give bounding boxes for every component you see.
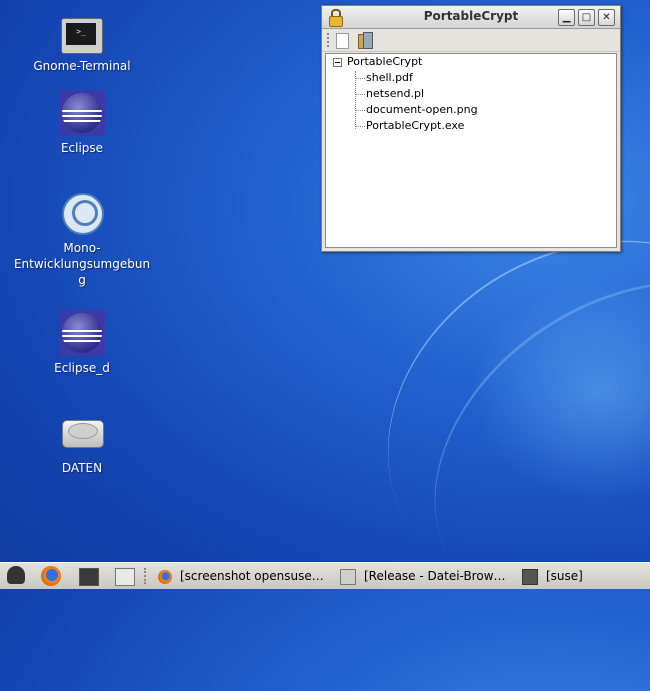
desktop-icon-eclipse-d[interactable]: Eclipse_d xyxy=(7,310,157,376)
tree-item[interactable]: netsend.pl xyxy=(366,86,424,102)
firefox-icon xyxy=(158,569,172,584)
desktop-icon-daten[interactable]: DATEN xyxy=(7,410,157,476)
tree-root[interactable]: PortableCrypt xyxy=(347,54,422,70)
tree-item[interactable]: PortableCrypt.exe xyxy=(366,118,464,134)
task-button-release[interactable]: [Release - Datei-Brow… xyxy=(340,565,510,587)
task-label: [suse] xyxy=(546,569,583,583)
tree-item[interactable]: document-open.png xyxy=(366,102,478,118)
terminal-icon xyxy=(522,568,538,585)
close-button[interactable]: ✕ xyxy=(598,9,615,26)
tree-item[interactable]: shell.pdf xyxy=(366,70,413,86)
open-file-icon[interactable] xyxy=(358,32,373,49)
tree-line xyxy=(355,71,356,129)
minimize-button[interactable]: ▁ xyxy=(558,9,575,26)
desktop-icon-label: Gnome-Terminal xyxy=(33,59,131,73)
desktop-icon-eclipse[interactable]: Eclipse xyxy=(7,90,157,156)
tree-line xyxy=(356,126,365,127)
tree-line xyxy=(356,110,365,111)
task-label: [screenshot opensuse… xyxy=(180,569,324,583)
gecko-icon[interactable] xyxy=(7,566,25,584)
desktop-icon-mono[interactable]: Mono- Entwicklungsumgebun g xyxy=(7,190,157,288)
task-label: [Release - Datei-Brow… xyxy=(364,569,506,583)
desktop-icon-label: Eclipse_d xyxy=(54,361,110,375)
window-titlebar[interactable]: PortableCrypt ▁ □ ✕ xyxy=(322,6,620,29)
task-button-suse[interactable]: [suse] xyxy=(522,565,642,587)
maximize-button[interactable]: □ xyxy=(578,9,595,26)
toolbar-grip[interactable] xyxy=(327,33,331,47)
eclipse-icon xyxy=(59,90,105,136)
desktop-icon-label: Eclipse xyxy=(60,141,104,155)
hard-disk-icon xyxy=(59,410,105,456)
terminal-icon[interactable] xyxy=(79,568,99,586)
desktop-icon-label: DATEN xyxy=(61,461,103,475)
terminal-icon: >_ xyxy=(61,18,103,54)
taskbar-separator xyxy=(144,568,148,584)
firefox-icon[interactable] xyxy=(41,566,61,586)
new-file-icon[interactable] xyxy=(336,33,349,49)
eclipse-icon xyxy=(59,310,105,356)
portablecrypt-window: PortableCrypt ▁ □ ✕ PortableCrypt shell.… xyxy=(321,5,621,252)
mono-icon xyxy=(59,190,105,236)
task-button-screenshot[interactable]: [screenshot opensuse… xyxy=(158,565,328,587)
folder-icon xyxy=(340,568,356,585)
taskbar: [screenshot opensuse… [Release - Datei-B… xyxy=(0,562,650,589)
file-tree: PortableCrypt shell.pdf netsend.pl docum… xyxy=(325,53,617,248)
tree-line xyxy=(356,94,365,95)
desktop-icon-gnome-terminal[interactable]: >_ Gnome-Terminal xyxy=(7,12,157,74)
collapse-toggle[interactable] xyxy=(333,58,342,67)
desktop-icon-label: Mono- Entwicklungsumgebun g xyxy=(13,241,151,287)
window-toolbar xyxy=(322,29,620,52)
window-title: PortableCrypt xyxy=(423,9,519,23)
home-icon[interactable] xyxy=(115,568,135,586)
tree-line xyxy=(356,78,365,79)
